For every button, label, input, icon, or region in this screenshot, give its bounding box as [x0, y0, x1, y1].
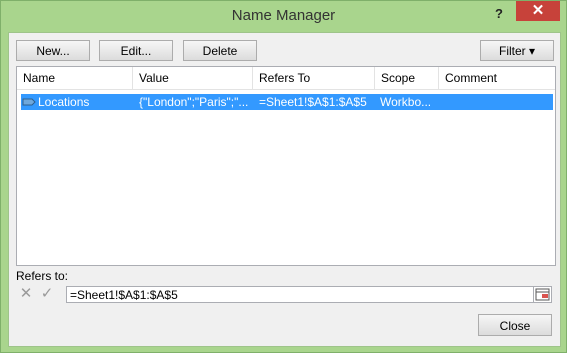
name-tag-icon [22, 94, 36, 110]
column-header-value[interactable]: Value [133, 67, 253, 89]
name-manager-window: Name Manager ? ✕ New... Edit... Delete F… [0, 0, 567, 353]
new-button[interactable]: New... [16, 40, 90, 61]
refers-to-label: Refers to: [16, 269, 69, 283]
help-button[interactable]: ? [487, 5, 511, 23]
filter-button[interactable]: Filter ▾ [480, 40, 554, 61]
column-header-name[interactable]: Name [17, 67, 133, 89]
list-item[interactable]: Locations {"London";"Paris";"... =Sheet1… [21, 94, 553, 110]
names-list[interactable]: Name Value Refers To Scope Comment Locat… [16, 66, 556, 266]
collapse-range-icon[interactable] [533, 286, 552, 303]
confirm-edit-icon[interactable]: ✓ [38, 285, 56, 303]
title-bar: Name Manager ? ✕ [1, 1, 566, 31]
cancel-edit-icon[interactable]: ✕ [17, 285, 35, 303]
delete-button[interactable]: Delete [183, 40, 257, 61]
column-header-comment[interactable]: Comment [439, 67, 555, 89]
name-cell: Locations [38, 95, 90, 109]
comment-cell [445, 94, 545, 110]
close-button[interactable]: Close [478, 314, 552, 336]
column-header-refers-to[interactable]: Refers To [253, 67, 375, 89]
scope-cell: Workbo... [380, 95, 432, 109]
refers-to-cell: =Sheet1!$A$1:$A$5 [259, 95, 367, 109]
list-header: Name Value Refers To Scope Comment [17, 67, 555, 90]
window-close-button[interactable]: ✕ [516, 1, 560, 21]
value-cell: {"London";"Paris";"... [139, 95, 249, 109]
dialog-body: New... Edit... Delete Filter ▾ Name Valu… [8, 32, 561, 347]
refers-to-input[interactable]: =Sheet1!$A$1:$A$5 [66, 286, 534, 303]
column-header-scope[interactable]: Scope [375, 67, 439, 89]
edit-button[interactable]: Edit... [99, 40, 173, 61]
window-title: Name Manager [231, 7, 336, 24]
